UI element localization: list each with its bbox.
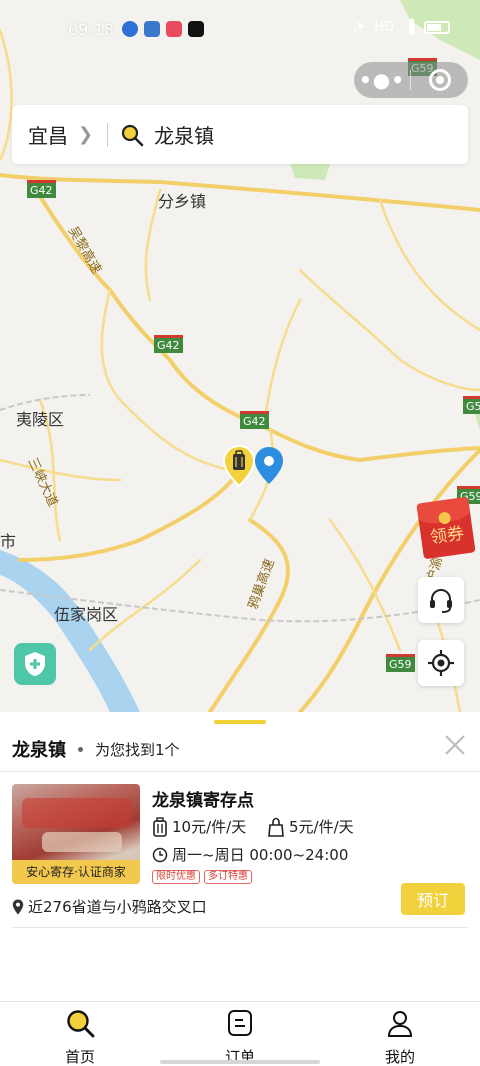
- price-large-item: 10元/件/天: [152, 816, 246, 837]
- customer-service-button[interactable]: [418, 577, 464, 623]
- result-count: 为您找到1个: [95, 740, 180, 759]
- promo-badges: 限时优惠 多订特惠: [152, 870, 252, 884]
- place-label: 夷陵区: [16, 410, 65, 429]
- coupon-seal-icon: [437, 511, 452, 525]
- status-app-icons: [122, 21, 204, 37]
- promo-badge: 限时优惠: [152, 870, 200, 884]
- app-notification-icon: [144, 21, 160, 37]
- clock-icon: [152, 847, 168, 862]
- place-label: 市: [0, 532, 17, 551]
- more-options-icon[interactable]: •●•: [354, 62, 410, 98]
- price-small: 5元/件/天: [289, 818, 354, 836]
- store-address: 近276省道与小鸦路交叉口: [12, 896, 207, 917]
- search-icon: [67, 1010, 95, 1038]
- place-label: 伍家岗区: [54, 605, 119, 624]
- battery-icon: [424, 21, 450, 34]
- highway-shield: G42: [240, 411, 269, 429]
- business-hours: 周一~周日 00:00~24:00: [152, 844, 348, 865]
- coupon-label: 领券: [428, 523, 466, 549]
- result-sheet: 龙泉镇 为您找到1个 安心寄存·认证商家 龙泉镇寄存点 10元/件/天 5元/件…: [0, 712, 480, 1002]
- price-small-item: 5元/件/天: [267, 816, 354, 837]
- store-name: 龙泉镇寄存点: [152, 791, 254, 811]
- headset-icon: [430, 588, 452, 613]
- order-icon: [228, 1010, 252, 1036]
- highway-shield: G42: [154, 335, 183, 353]
- hours-text: 周一~周日 00:00~24:00: [172, 846, 349, 864]
- tab-home[interactable]: 首页: [40, 1008, 120, 1066]
- status-bar: 09:18 ◔ HD ▐: [0, 0, 480, 60]
- app-notification-icon: [122, 21, 138, 37]
- close-icon[interactable]: [444, 734, 466, 756]
- shield-plus-icon: [25, 652, 45, 676]
- book-button[interactable]: 预订: [401, 883, 465, 915]
- status-time: 09:18: [68, 20, 115, 39]
- app-notification-icon: [166, 21, 182, 37]
- highway-shield: G42: [27, 180, 56, 198]
- search-icon: [121, 124, 144, 146]
- tab-label: 我的: [384, 1048, 415, 1066]
- price-large: 10元/件/天: [172, 818, 247, 836]
- result-location: 龙泉镇: [12, 740, 66, 761]
- bag-icon: [268, 817, 284, 837]
- crosshair-icon: [428, 650, 454, 676]
- insurance-button[interactable]: [14, 643, 56, 685]
- sheet-drag-handle[interactable]: [214, 720, 266, 724]
- search-input[interactable]: 龙泉镇: [154, 120, 214, 149]
- status-indicators: ◔ HD ▐: [353, 20, 450, 35]
- miniprogram-capsule: •●•: [354, 62, 468, 98]
- capsule-divider: [410, 70, 411, 90]
- store-thumbnail: 安心寄存·认证商家: [12, 784, 140, 884]
- tab-profile[interactable]: 我的: [360, 1008, 440, 1066]
- luggage-marker-icon[interactable]: [222, 444, 256, 488]
- close-miniprogram-icon[interactable]: [429, 69, 451, 91]
- suitcase-icon: [153, 816, 167, 837]
- wifi-icon: ◔: [352, 20, 365, 35]
- location-pin-icon: [255, 447, 283, 484]
- tab-label: 首页: [64, 1048, 95, 1066]
- highway-shield: G59: [386, 654, 415, 672]
- highway-shield: G5: [463, 396, 480, 414]
- locate-me-button[interactable]: [418, 640, 464, 686]
- network-label: HD: [374, 20, 394, 35]
- profile-icon: [387, 1011, 413, 1037]
- home-indicator: [160, 1060, 320, 1064]
- signal-icon: ▐: [404, 20, 414, 35]
- result-header: 龙泉镇 为您找到1个: [12, 736, 180, 762]
- location-icon: [12, 899, 24, 914]
- certified-tag: 安心寄存·认证商家: [12, 860, 140, 884]
- address-text: 近276省道与小鸦路交叉口: [28, 898, 207, 916]
- store-card[interactable]: 安心寄存·认证商家 龙泉镇寄存点 10元/件/天 5元/件/天 周一~周日 00…: [12, 784, 468, 928]
- separator-dot: [78, 746, 83, 752]
- divider: [12, 927, 468, 928]
- city-selector[interactable]: 宜昌: [28, 120, 68, 149]
- app-notification-icon: [188, 21, 204, 37]
- divider: [0, 771, 480, 772]
- tab-orders[interactable]: 订单: [200, 1008, 280, 1066]
- search-bar[interactable]: 宜昌 ❯ 龙泉镇: [12, 105, 468, 164]
- promo-badge: 多订特惠: [204, 870, 252, 884]
- place-label: 分乡镇: [158, 192, 207, 211]
- search-divider: [107, 122, 109, 147]
- coupon-button[interactable]: 领券: [416, 496, 476, 560]
- chevron-right-icon: ❯: [78, 124, 94, 145]
- tab-bar: 首页 订单 我的: [0, 1001, 480, 1066]
